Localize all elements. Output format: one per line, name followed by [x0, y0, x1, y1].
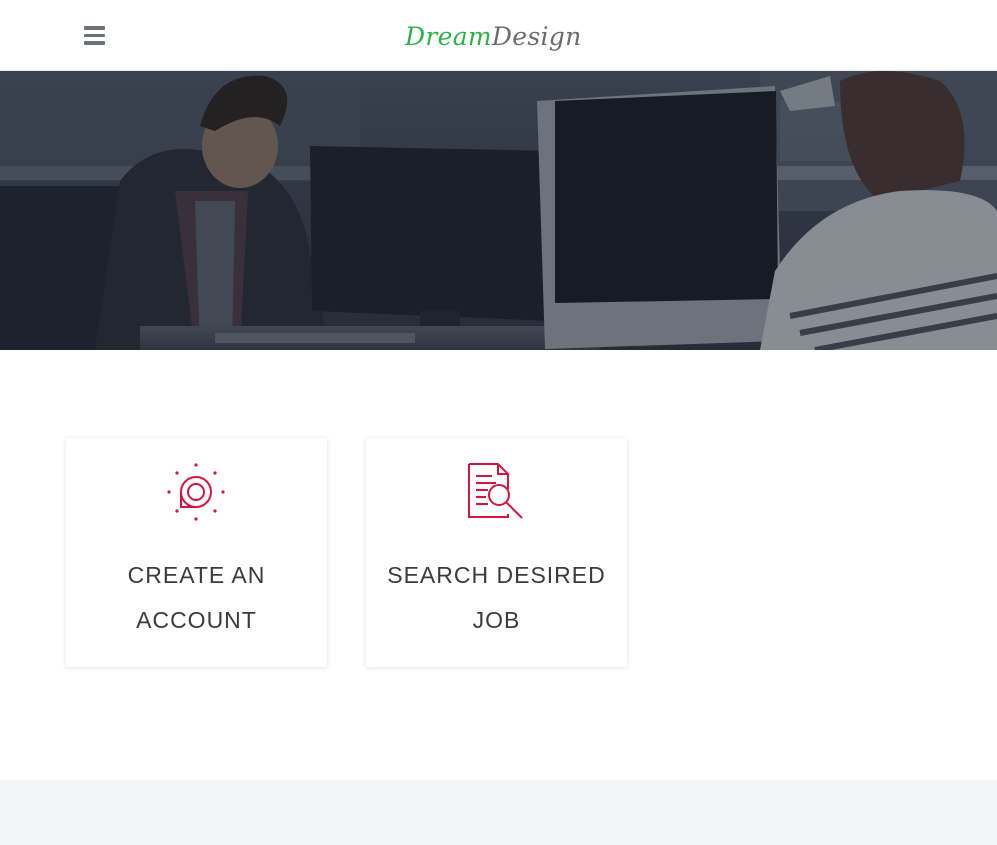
logo-dream: Dream: [405, 22, 492, 51]
search-job-card[interactable]: SEARCH DESIRED JOB: [366, 438, 627, 667]
hero-banner-image: [0, 71, 997, 350]
footer-section: [0, 780, 997, 845]
search-job-title: SEARCH DESIRED JOB: [366, 553, 627, 643]
hamburger-menu-icon[interactable]: [84, 26, 105, 46]
create-account-title: CREATE AN ACCOUNT: [66, 553, 327, 643]
document-search-icon: [466, 462, 526, 522]
create-account-card[interactable]: CREATE AN ACCOUNT: [66, 438, 327, 667]
search-job-line1: SEARCH DESIRED: [387, 562, 606, 588]
site-logo[interactable]: DreamDesign: [405, 19, 581, 55]
search-job-line2: JOB: [472, 607, 521, 633]
office-photo-illustration: [0, 71, 997, 350]
create-account-line2: ACCOUNT: [136, 607, 257, 633]
create-account-line1: CREATE AN: [127, 562, 266, 588]
top-navbar: DreamDesign: [0, 0, 997, 71]
account-target-icon: [166, 462, 226, 522]
logo-design: Design: [491, 22, 582, 51]
